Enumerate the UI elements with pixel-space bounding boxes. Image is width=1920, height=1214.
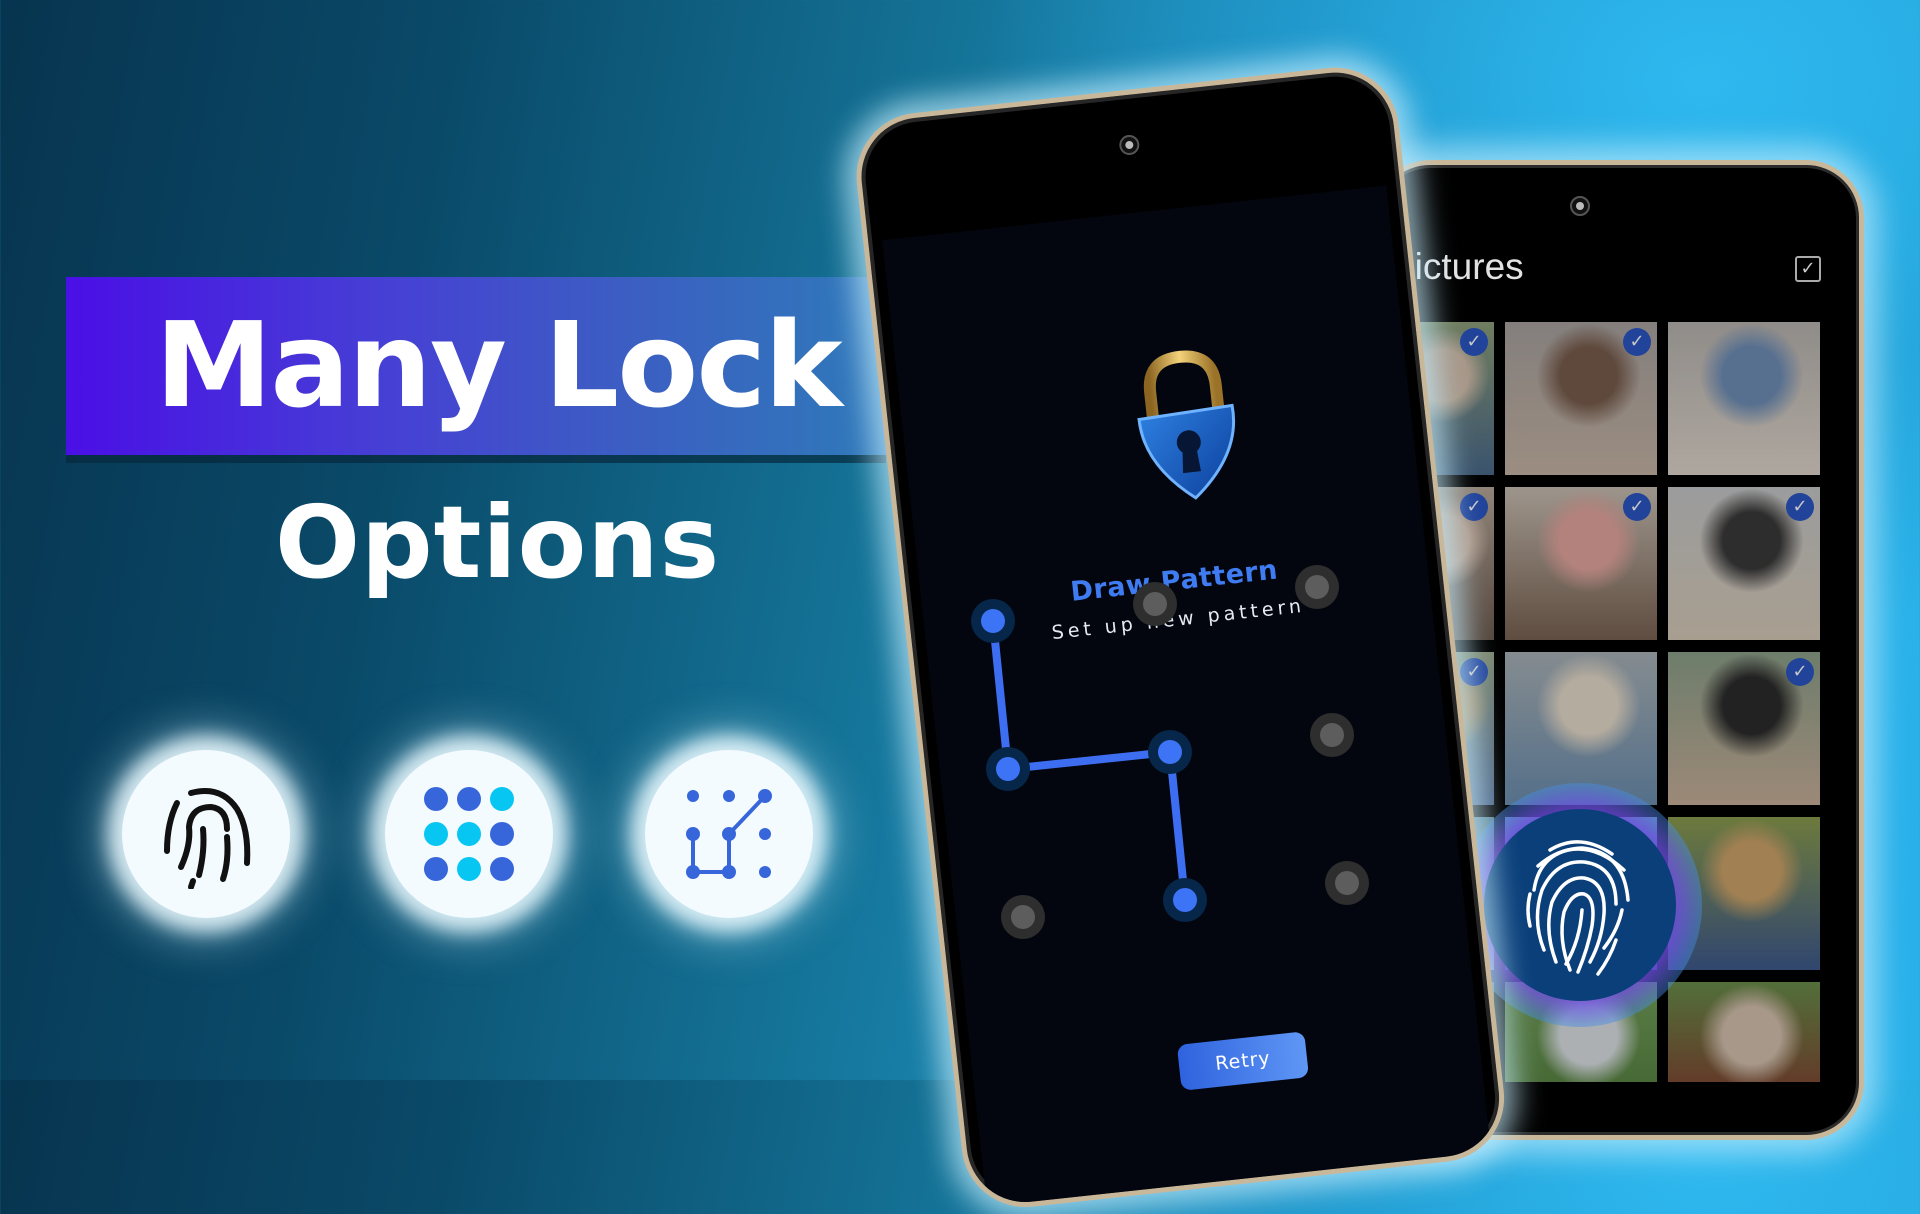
lock-option-pattern[interactable] — [645, 750, 813, 918]
photo-thumbnail[interactable]: ✓ — [1505, 487, 1657, 640]
padlock-icon — [1124, 343, 1251, 514]
pattern-icon — [686, 789, 772, 879]
checkbox-checked-icon: ✓ — [1800, 258, 1816, 279]
lock-option-pin[interactable] — [385, 750, 553, 918]
photo-thumbnail[interactable]: ✓ — [1505, 322, 1657, 475]
selected-check-icon: ✓ — [1460, 328, 1488, 356]
selected-check-icon: ✓ — [1786, 658, 1814, 686]
selected-check-icon: ✓ — [1460, 493, 1488, 521]
photo-thumbnail[interactable] — [1668, 322, 1820, 475]
selected-check-icon: ✓ — [1786, 493, 1814, 521]
fingerprint-icon — [1526, 840, 1630, 976]
fingerprint-icon — [164, 788, 251, 889]
lock-option-fingerprint[interactable] — [122, 750, 290, 918]
photo-thumbnail[interactable]: ✓ — [1668, 487, 1820, 640]
photo-thumbnail[interactable] — [1668, 982, 1820, 1082]
selected-check-icon: ✓ — [1623, 493, 1651, 521]
selected-check-icon: ✓ — [1460, 658, 1488, 686]
selected-check-icon: ✓ — [1623, 328, 1651, 356]
headline-subtitle: Options — [275, 484, 721, 601]
front-camera — [1118, 133, 1141, 156]
fingerprint-overlay-button[interactable] — [1484, 809, 1676, 1001]
select-all-checkbox[interactable]: ✓ — [1795, 256, 1821, 282]
front-camera — [1570, 196, 1590, 216]
headline-title: Many Lock — [155, 296, 843, 434]
photo-thumbnail[interactable]: ✓ — [1668, 652, 1820, 805]
pin-keypad-icon — [424, 787, 514, 881]
